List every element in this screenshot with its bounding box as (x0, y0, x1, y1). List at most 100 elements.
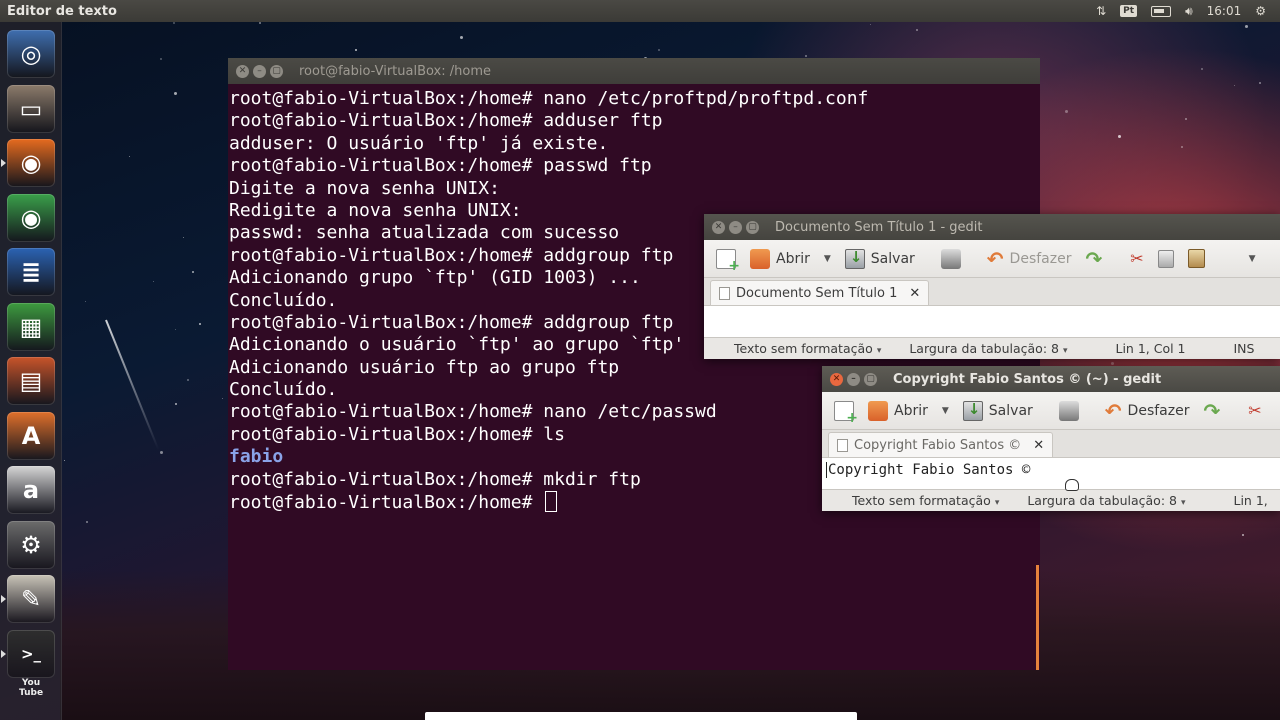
print-button[interactable] (1055, 400, 1083, 421)
gedit1-text-area[interactable] (704, 306, 1280, 337)
terminal-titlebar[interactable]: ✕ – ▢ root@fabio-VirtualBox: /home (228, 58, 1040, 84)
close-icon[interactable]: ✕ (830, 372, 843, 386)
paste-icon (1187, 249, 1205, 268)
launcher-software-center-icon[interactable]: A (7, 411, 55, 460)
launcher-dash-home-icon[interactable]: ◎ (7, 30, 55, 78)
launcher-text-editor-icon[interactable]: ✎ (7, 575, 55, 623)
cursor-position: Lin 1, (1233, 493, 1268, 508)
printer-icon (1058, 400, 1079, 421)
scissors-icon: ✂ (1248, 401, 1262, 420)
gedit1-titlebar[interactable]: ✕ – ▢ Documento Sem Título 1 - gedit (704, 214, 1280, 240)
keyboard-layout-indicator[interactable]: Pt (1120, 5, 1138, 17)
gedit2-titlebar[interactable]: ✕ – ▢ Copyright Fabio Santos © (~) - ged… (822, 366, 1280, 392)
syntax-selector[interactable]: Texto sem formatação ▾ (852, 493, 999, 508)
star (1111, 362, 1115, 366)
star (85, 301, 87, 303)
launcher-amazon-icon[interactable]: a (7, 466, 55, 514)
open-recent-dropdown[interactable]: ▼ (820, 254, 835, 264)
gedit2-title: Copyright Fabio Santos © (~) - gedit (893, 371, 1162, 387)
gedit-window-untitled[interactable]: ✕ – ▢ Documento Sem Título 1 - gedit Abr… (704, 214, 1280, 359)
maximize-icon[interactable]: ▢ (864, 372, 877, 386)
terminal-window[interactable]: ✕ – ▢ root@fabio-VirtualBox: /home root@… (228, 58, 1040, 670)
gedit1-toolbar: Abrir ▼ Salvar ↶Desfazer ↷ ✂ ▼ (704, 240, 1280, 278)
tab-width-selector[interactable]: Largura da tabulação: 8 ▾ (1027, 493, 1185, 508)
close-icon[interactable]: ✕ (236, 64, 249, 78)
terminal-line: root@fabio-VirtualBox:/home# adduser ftp (229, 110, 663, 132)
star (222, 398, 224, 400)
open-button[interactable]: Abrir (746, 248, 814, 269)
save-button[interactable]: Salvar (959, 400, 1037, 421)
terminal-line: Digite a nova senha UNIX: (229, 177, 500, 199)
copy-button[interactable] (1154, 249, 1178, 268)
document-icon (837, 438, 848, 452)
undo-icon: ↶ (986, 246, 1004, 271)
running-indicator (1, 159, 6, 167)
insert-mode: INS (1233, 341, 1255, 356)
minimize-icon[interactable]: – (729, 220, 742, 234)
star (1259, 81, 1262, 84)
tab-width-selector[interactable]: Largura da tabulação: 8 ▾ (909, 341, 1067, 356)
star (152, 281, 154, 283)
launcher-writer-icon[interactable]: ≣ (7, 248, 55, 296)
star (259, 22, 262, 25)
star (1201, 68, 1204, 71)
print-button[interactable] (937, 248, 965, 269)
network-icon[interactable]: ⇅ (1096, 4, 1106, 18)
close-tab-icon[interactable]: ✕ (909, 286, 920, 301)
cut-button[interactable]: ✂ (1126, 249, 1147, 268)
syntax-selector[interactable]: Texto sem formatação ▾ (734, 341, 881, 356)
toolbar-overflow-dropdown[interactable]: ▼ (1245, 254, 1260, 264)
launcher: ◎ ▭ ◉ ◉ ≣ ▦ ▤ Aa ⚙ ✎ >_ You Tube (0, 22, 62, 720)
indicator-area: ⇅ Pt 🔊︎ 16:01 ⚙ (1096, 4, 1280, 19)
launcher-impress-icon[interactable]: ▤ (7, 357, 55, 405)
open-recent-dropdown[interactable]: ▼ (938, 406, 953, 416)
running-indicator (1, 595, 6, 603)
terminal-line: adduser: O usuário 'ftp' já existe. (229, 132, 609, 154)
close-tab-icon[interactable]: ✕ (1033, 438, 1044, 453)
minimize-icon[interactable]: – (847, 372, 860, 386)
launcher-system-settings-icon[interactable]: ⚙ (7, 520, 55, 569)
tab-documento-sem-titulo[interactable]: Documento Sem Título 1 ✕ (710, 280, 930, 305)
star (1180, 146, 1183, 149)
save-button[interactable]: Salvar (841, 248, 919, 269)
paste-button[interactable] (1184, 249, 1209, 268)
new-document-icon (834, 400, 858, 426)
undo-button[interactable]: ↶ Desfazer (1101, 401, 1194, 421)
launcher-calc-icon[interactable]: ▦ (7, 302, 55, 351)
minimize-icon[interactable]: – (253, 64, 266, 78)
maximize-icon[interactable]: ▢ (746, 220, 759, 234)
redo-button[interactable]: ↷ (1081, 246, 1106, 271)
cut-button[interactable]: ✂ (1244, 401, 1265, 420)
star (174, 328, 176, 330)
launcher-chrome-icon[interactable]: ◉ (7, 193, 55, 242)
launcher-files-icon[interactable]: ▭ (7, 84, 55, 133)
open-button[interactable]: Abrir (864, 400, 932, 421)
star (199, 323, 202, 326)
redo-icon: ↷ (1085, 246, 1103, 271)
close-icon[interactable]: ✕ (712, 220, 725, 234)
power-gear-icon[interactable]: ⚙ (1255, 4, 1266, 18)
save-icon (962, 400, 983, 421)
meteor (105, 319, 160, 451)
launcher-terminal-icon[interactable]: >_ (7, 629, 55, 678)
top-panel: Editor de texto ⇅ Pt 🔊︎ 16:01 ⚙ (0, 0, 1280, 22)
terminal-line: root@fabio-VirtualBox:/home# passwd ftp (229, 155, 652, 177)
undo-button[interactable]: ↶ Desfazer (983, 246, 1076, 271)
gedit2-text-area[interactable]: Copyright Fabio Santos © (822, 458, 1280, 489)
star (160, 57, 163, 60)
star (869, 23, 871, 25)
star (63, 459, 65, 461)
tab-copyright[interactable]: Copyright Fabio Santos © ✕ (828, 432, 1054, 457)
gedit2-statusbar: Texto sem formatação ▾ Largura da tabulaç… (822, 489, 1280, 511)
new-document-button[interactable] (712, 248, 740, 274)
launcher-firefox-icon[interactable]: ◉ (7, 139, 55, 187)
battery-icon[interactable] (1151, 5, 1172, 17)
redo-button[interactable]: ↷ (1199, 401, 1224, 421)
clock[interactable]: 16:01 (1207, 4, 1242, 18)
gedit-window-copyright[interactable]: ✕ – ▢ Copyright Fabio Santos © (~) - ged… (822, 366, 1280, 511)
new-document-button[interactable] (830, 400, 858, 426)
volume-icon[interactable]: 🔊︎ (1185, 4, 1193, 19)
star (175, 403, 178, 406)
copy-icon (1157, 249, 1174, 268)
maximize-icon[interactable]: ▢ (270, 64, 283, 78)
